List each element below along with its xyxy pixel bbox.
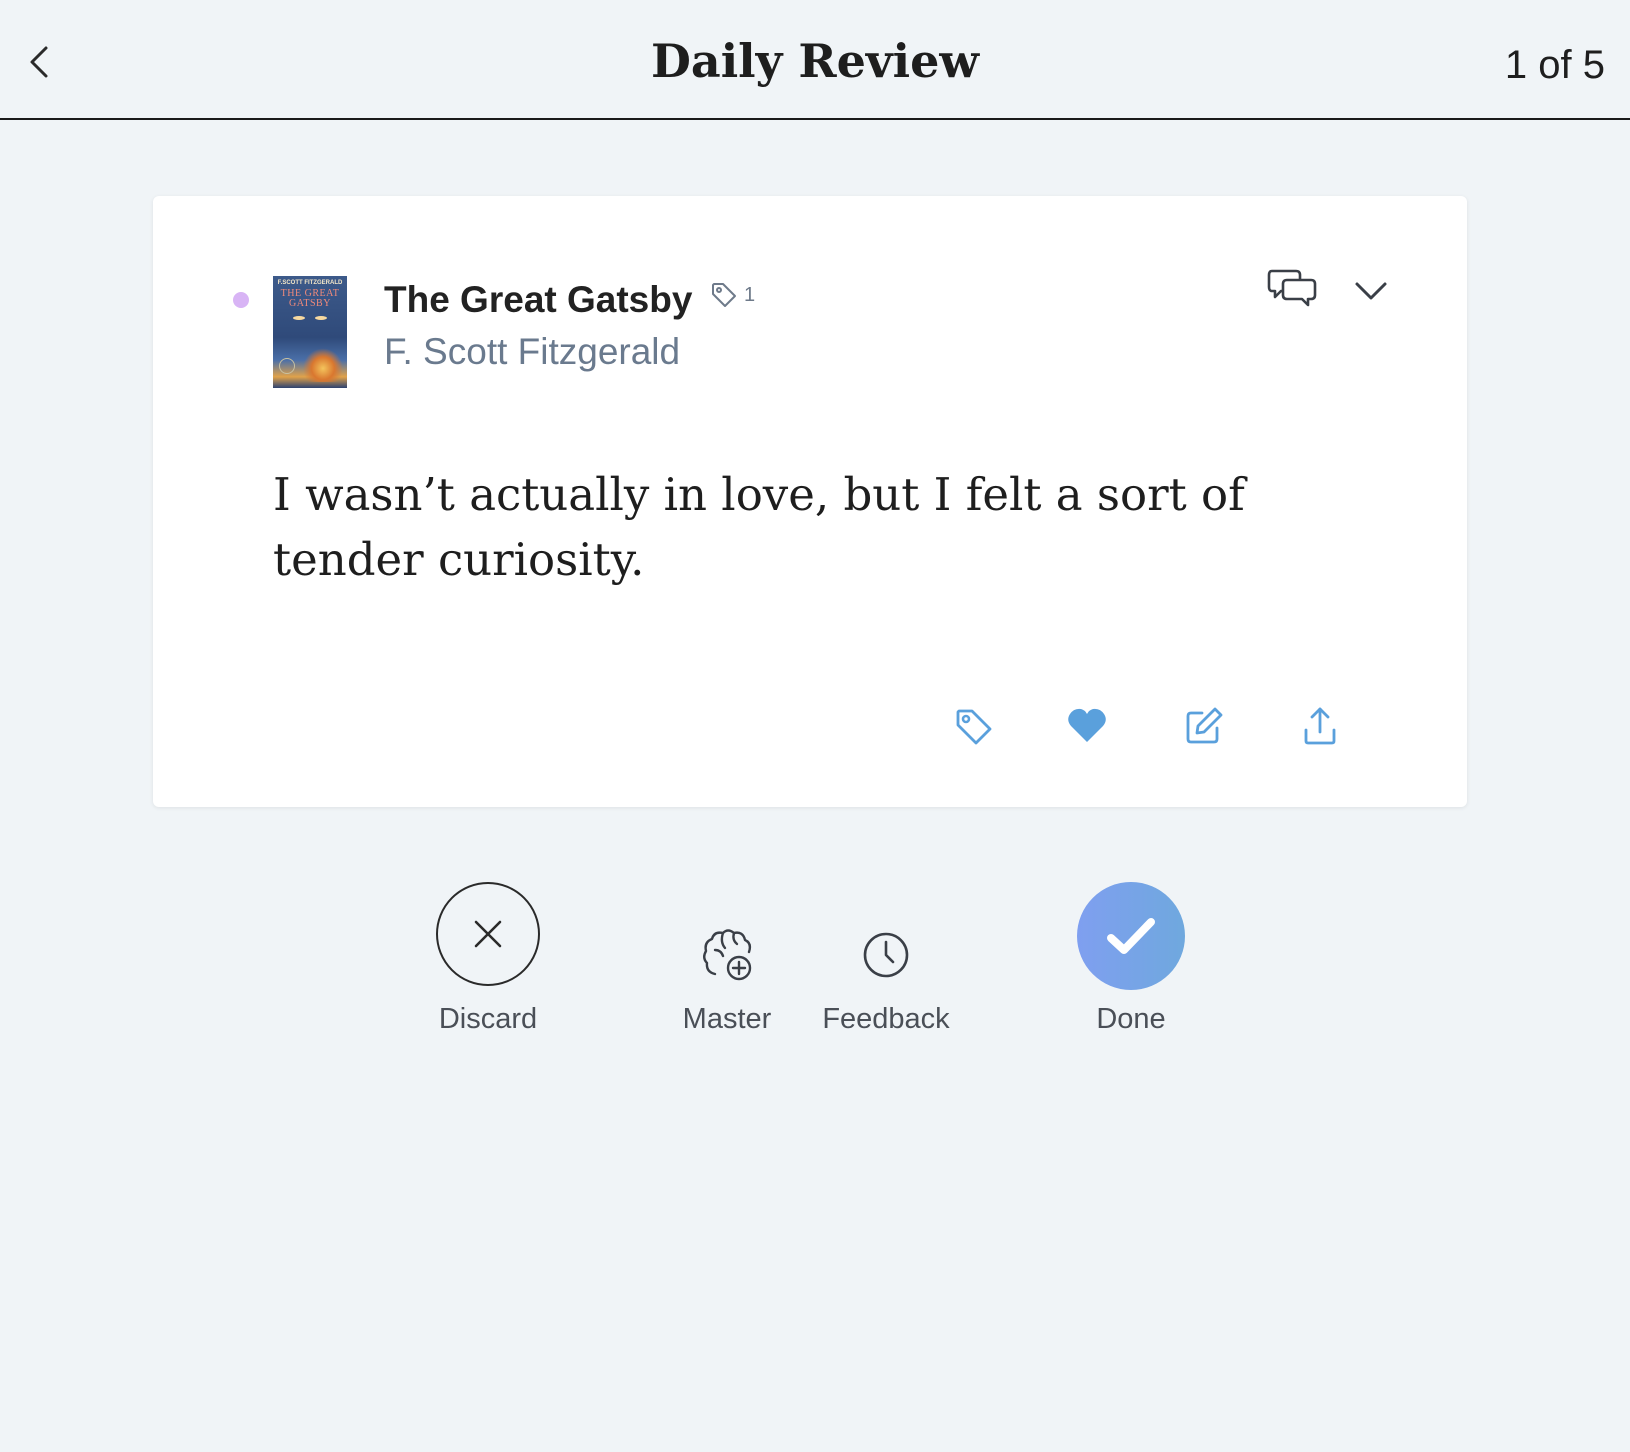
highlight-text: I wasn’t actually in love, but I felt a … bbox=[273, 468, 1245, 586]
clock-icon bbox=[863, 932, 909, 978]
tag-count[interactable]: 1 bbox=[710, 278, 755, 312]
cover-art bbox=[293, 316, 305, 320]
close-icon bbox=[474, 920, 502, 948]
cover-art bbox=[303, 348, 343, 382]
heart-icon bbox=[1068, 708, 1106, 742]
comment-button[interactable] bbox=[1267, 266, 1319, 310]
tag-icon bbox=[956, 709, 992, 745]
share-icon bbox=[1304, 707, 1336, 745]
edit-icon bbox=[1186, 707, 1223, 744]
top-bar: Daily Review 1 of 5 bbox=[0, 0, 1630, 120]
feedback-label: Feedback bbox=[822, 1003, 950, 1035]
book-author: F. Scott Fitzgerald bbox=[384, 331, 681, 372]
discard-label: Discard bbox=[438, 1003, 538, 1035]
page-title: Daily Review bbox=[651, 34, 979, 88]
cover-author-text: F.SCOTT FITZGERALD bbox=[277, 280, 343, 286]
status-dot bbox=[233, 292, 249, 308]
checkmark-icon bbox=[1107, 918, 1155, 954]
review-counter: 1 of 5 bbox=[1504, 43, 1605, 87]
highlight-card: F.SCOTT FITZGERALD THE GREAT GATSBY The … bbox=[153, 196, 1467, 807]
brain-plus-icon bbox=[703, 929, 752, 981]
tag-count-value: 1 bbox=[744, 283, 756, 306]
expand-button[interactable] bbox=[1351, 272, 1391, 308]
favorite-button[interactable] bbox=[1065, 704, 1109, 748]
book-cover: F.SCOTT FITZGERALD THE GREAT GATSBY bbox=[273, 276, 347, 388]
cover-seal bbox=[279, 358, 295, 374]
share-button[interactable] bbox=[1298, 704, 1342, 748]
chevron-down-icon bbox=[1355, 282, 1387, 300]
cover-art bbox=[315, 316, 327, 320]
edit-button[interactable] bbox=[1182, 704, 1226, 748]
tag-button[interactable] bbox=[951, 704, 995, 748]
cover-title-text: THE GREAT GATSBY bbox=[280, 288, 340, 309]
tag-icon bbox=[712, 283, 736, 307]
book-title[interactable]: The Great Gatsby bbox=[384, 276, 692, 324]
done-label: Done bbox=[1096, 1003, 1166, 1035]
comments-icon bbox=[1267, 269, 1317, 307]
